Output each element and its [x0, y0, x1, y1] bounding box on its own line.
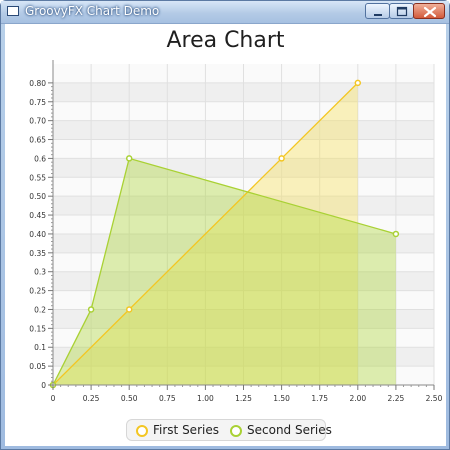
close-icon — [423, 6, 437, 18]
y-tick-label: 0.65 — [29, 136, 46, 145]
x-tick-label: 0 — [51, 394, 56, 403]
y-tick-label: 0.70 — [29, 117, 46, 126]
x-tick-label: 1.75 — [311, 394, 328, 403]
x-tick-label: 1.50 — [273, 394, 290, 403]
series-2-point — [125, 155, 133, 162]
legend-symbol-first-series — [136, 425, 148, 437]
x-tick-label: 0.25 — [83, 394, 100, 403]
y-tick-label: 0.25 — [29, 287, 46, 296]
chart-legend: First Series Second Series — [126, 419, 332, 441]
y-tick-label: 0.6 — [34, 154, 46, 163]
area-chart: 0 0.05 0.1 0.15 0.2 0.25 0.3 0.35 0.40 0.45 0.50 0.… — [29, 60, 443, 403]
window-app-icon[interactable] — [7, 6, 19, 16]
y-tick-label: 0.75 — [29, 98, 46, 107]
y-tick-label: 0.45 — [29, 211, 46, 220]
window-title: GroovyFX Chart Demo — [25, 4, 160, 18]
y-tick-label: 0.50 — [29, 192, 46, 201]
x-tick-label: 2.00 — [349, 394, 366, 403]
x-tick-label: 1.25 — [235, 394, 252, 403]
y-tick-label: 0.40 — [29, 230, 46, 239]
series-1-point — [125, 306, 133, 313]
y-tick-label: 0.05 — [29, 362, 46, 371]
series-1-point — [354, 79, 362, 87]
maximize-button[interactable] — [389, 3, 414, 19]
series-2-point — [392, 230, 400, 238]
close-button[interactable] — [413, 3, 445, 19]
x-tick-label: 2.25 — [388, 394, 405, 403]
title-bar[interactable]: GroovyFX Chart Demo — [1, 1, 449, 24]
y-tick-label: 0.35 — [29, 249, 46, 258]
y-tick-label: 0.3 — [34, 268, 46, 277]
y-tick-label: 0.1 — [34, 343, 46, 352]
chart-panel: Area Chart 0 0.05 0.1 0.15 0.2 0.25 0.3 0.35 0.4… — [5, 24, 446, 446]
y-tick-label: 0.80 — [29, 79, 46, 88]
legend-label-first-series: First Series — [153, 423, 219, 437]
app-window: GroovyFX Chart Demo Area Chart 0 0.05 0.1 0… — [0, 0, 450, 450]
minimize-icon — [374, 14, 382, 16]
legend-symbol-second-series — [230, 425, 242, 437]
x-tick-label: 0.50 — [121, 394, 138, 403]
y-tick-label: 0.55 — [29, 173, 46, 182]
series-2-point — [87, 306, 95, 313]
x-tick-label: 0.75 — [159, 394, 176, 403]
x-tick-label: 1.00 — [197, 394, 214, 403]
maximize-icon — [396, 6, 408, 17]
y-tick-label: 0.15 — [29, 324, 46, 333]
y-tick-label: 0.2 — [34, 305, 46, 314]
series-1-point — [278, 155, 285, 162]
minimize-button[interactable] — [365, 3, 390, 19]
y-tick-label: 0 — [41, 381, 46, 390]
x-tick-label: 2.50 — [426, 394, 443, 403]
legend-label-second-series: Second Series — [247, 423, 332, 437]
